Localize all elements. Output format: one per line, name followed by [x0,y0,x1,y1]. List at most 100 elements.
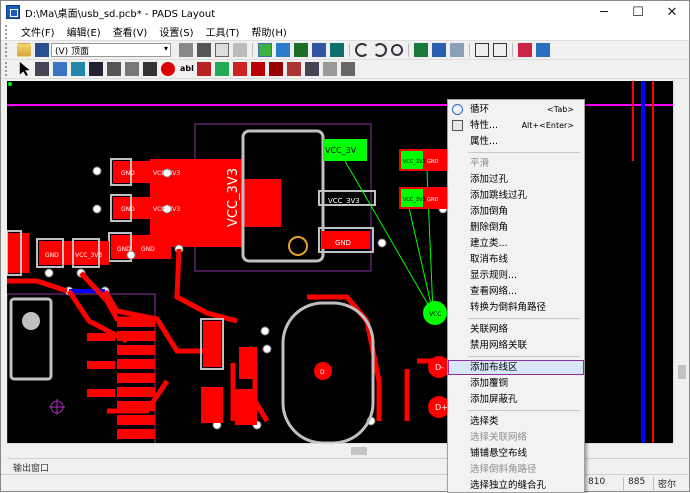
context-menu-item-delete-miter[interactable]: 删除倒角 [448,220,584,235]
redo-icon[interactable] [373,43,387,57]
context-menu-item-create-class[interactable]: 建立类... [448,236,584,251]
menu-edit[interactable]: 编辑(E) [61,24,107,39]
context-menu-item-view-nets[interactable]: 查看网络... [448,284,584,299]
context-menu-item-convert-miter-path[interactable]: 转换为倒斜角路径 [448,300,584,315]
measure-icon[interactable] [341,62,355,76]
zoom-icon[interactable] [391,44,403,56]
menu-tools[interactable]: 工具(T) [200,24,246,39]
router-icon[interactable] [432,43,446,57]
menu-view[interactable]: 查看(V) [107,24,154,39]
drafting-toolbar-icon[interactable] [276,43,290,57]
context-menu-item-unroute[interactable]: 取消布线 [448,252,584,267]
toolbar-separator [469,43,470,57]
save-icon[interactable] [35,43,49,57]
stitch-icon[interactable] [269,62,283,76]
layer-pair-icon[interactable] [179,43,193,57]
no-entry-icon[interactable] [161,62,175,76]
minimize-button[interactable]: ─ [587,1,621,23]
context-menu-item-floating-route[interactable]: 铺铺悬空布线 [448,446,584,461]
context-menu-item-add-copper[interactable]: 添加覆铜 [448,376,584,391]
context-menu-accel: <Tab> [547,105,574,114]
canvas-label: VCC [429,311,441,318]
context-menu-item-label: 取消布线 [470,254,509,265]
select-component-icon[interactable] [35,62,49,76]
context-menu-item-select-miter-path[interactable]: 选择倒斜角路径 [448,462,584,477]
properties-icon [452,120,463,131]
context-menu-item-label: 铺铺悬空布线 [470,448,528,459]
verify-design-icon[interactable] [414,43,428,57]
dimension-icon[interactable] [294,43,308,57]
vertical-scrollbar[interactable] [673,81,689,443]
canvas-label: VCC_3V3 [153,170,180,177]
context-menu-item-label: 添加过孔 [470,174,509,185]
context-menu-item-label: 关联网络 [470,324,509,335]
context-menu-item-select-stitch-vias[interactable]: 选择独立的缝合孔 [448,478,584,493]
menu-file[interactable]: 文件(F) [15,24,61,39]
context-menu-item-add-via[interactable]: 添加过孔 [448,172,584,187]
route-trace-icon[interactable] [71,62,85,76]
canvas-label: VCC_3V3 [403,197,426,203]
context-menu-item-properties[interactable]: 特性... Alt+<Enter> [448,118,584,133]
output-window-label: 输出窗口 [13,464,50,474]
context-menu-item-label: 选择倒斜角路径 [470,464,537,475]
report-icon[interactable] [475,43,489,57]
flip-icon[interactable] [125,62,139,76]
canvas-label: VCC_3V3 [403,159,426,165]
move-icon[interactable] [53,62,67,76]
context-menu-item-cycle[interactable]: 循环 <Tab> [448,102,584,117]
close-button[interactable]: ✕ [655,1,689,23]
component-icon[interactable] [197,62,211,76]
pin-swap-icon[interactable] [287,62,301,76]
context-menu-item-associate-nets[interactable]: 关联网络 [448,322,584,337]
select-arrow-icon[interactable] [19,62,30,76]
horizontal-scroll-thumb[interactable] [351,447,367,455]
context-menu-item-add-jumper-via[interactable]: 添加跳线过孔 [448,188,584,203]
menu-setup[interactable]: 设置(S) [153,24,199,39]
spin-icon[interactable] [107,62,121,76]
context-menu-item-add-miter[interactable]: 添加倒角 [448,204,584,219]
context-menu-item-select-associated-nets[interactable]: 选择关联网络 [448,430,584,445]
undo-icon[interactable] [355,43,369,57]
title-bar[interactable]: D:\Ma\桌面\usb_sd.pcb* - PADS Layout ─ ☐ ✕ [1,1,689,23]
context-menu-item-add-shield-via[interactable]: 添加屏蔽孔 [448,392,584,407]
pour-manager-icon[interactable] [450,43,464,57]
gate-swap-icon[interactable] [305,62,319,76]
menubar-grip-icon[interactable] [5,24,11,39]
plane-icon[interactable] [215,62,229,76]
context-menu-item-add-route-area[interactable]: 添加布线区 [448,360,584,375]
route-icon[interactable] [215,43,229,57]
via-icon[interactable] [233,43,247,57]
layer-select[interactable]: (V) 顶面 ▾ [51,43,171,57]
context-menu-item-disable-net-association[interactable]: 禁用网络关联 [448,338,584,353]
status-bar: 810 885 密尔 [1,474,689,491]
help-icon[interactable] [518,43,532,57]
context-menu-item-select-class[interactable]: 选择类 [448,414,584,429]
vertical-scroll-thumb[interactable] [678,365,686,379]
toolbar-grip-icon[interactable] [5,43,11,57]
open-file-icon[interactable] [17,43,31,57]
text-icon[interactable]: abl [179,62,194,76]
maximize-button[interactable]: ☐ [621,1,655,23]
context-menu-item-smooth[interactable]: 平滑 [448,156,584,171]
context-menu: 循环 <Tab> 特性... Alt+<Enter> 属性... 平滑 添加过孔… [447,99,585,493]
radial-move-icon[interactable] [89,62,103,76]
display-icon[interactable] [197,43,211,57]
teardrop-icon[interactable] [251,62,265,76]
canvas-label: D- [435,363,444,372]
canvas-label: GND [45,252,59,259]
glue-icon[interactable] [143,62,157,76]
cam-icon[interactable] [493,43,507,57]
jumper-icon[interactable] [233,62,247,76]
context-menu-item-show-rules[interactable]: 显示规则... [448,268,584,283]
toolbar2-grip-icon[interactable] [5,62,11,76]
output-window[interactable]: 输出窗口 [7,458,689,474]
window-title: D:\Ma\桌面\usb_sd.pcb* - PADS Layout [25,8,216,20]
dimension-tool-icon[interactable] [323,62,337,76]
context-menu-separator [468,318,580,319]
design-toolbar-icon[interactable] [258,43,272,57]
ecо-icon[interactable] [312,43,326,57]
menu-help[interactable]: 帮助(H) [245,24,292,39]
layout-link-icon[interactable] [536,43,550,57]
context-menu-item-attributes[interactable]: 属性... [448,134,584,149]
cluster-icon[interactable] [330,43,344,57]
